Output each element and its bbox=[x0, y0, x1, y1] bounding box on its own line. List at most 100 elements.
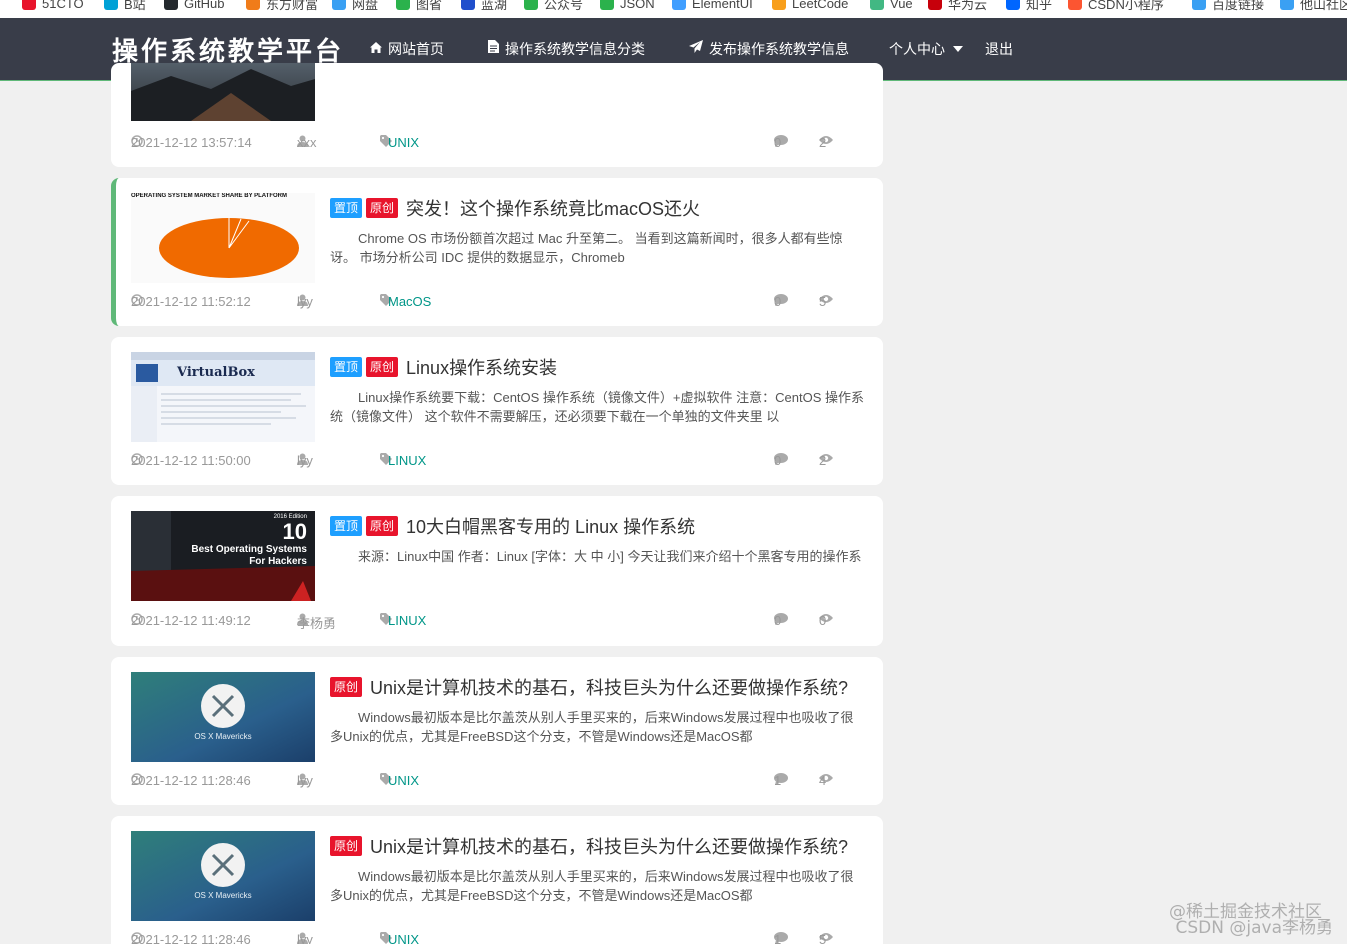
post-thumbnail[interactable]: 2016 Edition 10 Best Operating Systems For … bbox=[131, 511, 315, 601]
bookmark-icon bbox=[104, 0, 118, 10]
post-thumbnail[interactable]: OPERATING SYSTEM MARKET SHARE BY PLATFOR… bbox=[131, 193, 315, 283]
bookmark-item[interactable]: JSON bbox=[600, 0, 655, 11]
virtualbox-logo-text: VirtualBox bbox=[177, 365, 255, 380]
post-card[interactable]: 2021-12-12 13:57:14 xxx UNIX 0 2 bbox=[111, 63, 883, 167]
bookmark-label: Vue bbox=[890, 0, 913, 11]
post-time-text: 2021-12-12 11:50:00 bbox=[131, 453, 251, 468]
post-card[interactable]: 2016 Edition 10 Best Operating Systems For … bbox=[111, 496, 883, 646]
bookmark-item[interactable]: B站 bbox=[104, 0, 146, 12]
bookmark-label: B站 bbox=[124, 0, 146, 12]
bookmark-label: ElementUI bbox=[692, 0, 753, 11]
bookmark-icon bbox=[164, 0, 178, 10]
bookmark-item[interactable]: 51CTO bbox=[22, 0, 84, 11]
post-title[interactable]: 10大白帽黑客专用的 Linux 操作系统 bbox=[406, 513, 695, 539]
chart-caption: OPERATING SYSTEM MARKET SHARE BY PLATFOR… bbox=[131, 193, 288, 199]
post-meta: 2021-12-12 11:28:46 lyy UNIX 1 4 bbox=[131, 773, 863, 791]
post-time-text: 2021-12-12 13:57:14 bbox=[131, 135, 252, 150]
post-summary: Linux操作系统要下载：CentOS 操作系统（镜像文件）+虚拟软件 注意：C… bbox=[330, 390, 864, 424]
post-author-text: lyy bbox=[297, 932, 313, 944]
bookmark-item[interactable]: 公众号 bbox=[524, 0, 584, 12]
bookmark-item[interactable]: 百度链接 bbox=[1192, 0, 1265, 12]
pinned-badge: 置顶 bbox=[330, 357, 363, 377]
post-tag-text: LINUX bbox=[388, 613, 427, 628]
bookmark-icon bbox=[396, 0, 410, 10]
bookmark-item[interactable]: 图省 bbox=[396, 0, 443, 12]
bookmark-label: 他山社区 bbox=[1300, 0, 1347, 12]
post-summary: 来源：Linux中国 作者：Linux [字体：大 中 小] 今天让我们来介绍十… bbox=[358, 549, 862, 564]
nav-logout[interactable]: 退出 bbox=[985, 18, 1013, 80]
bookmark-item[interactable]: 华为云 bbox=[928, 0, 987, 12]
bookmark-icon bbox=[461, 0, 475, 10]
bookmark-label: 图省 bbox=[416, 0, 443, 12]
nav-logout-label: 退出 bbox=[985, 41, 1013, 57]
bookmark-item[interactable]: 网盘 bbox=[332, 0, 378, 12]
bookmark-icon bbox=[600, 0, 614, 10]
original-badge: 原创 bbox=[366, 516, 399, 536]
post-thumbnail[interactable]: VirtualBox bbox=[131, 352, 315, 442]
pinned-badge: 置顶 bbox=[330, 516, 363, 536]
post-thumbnail[interactable]: OS X Mavericks bbox=[131, 672, 315, 762]
post-time-text: 2021-12-12 11:28:46 bbox=[131, 932, 251, 944]
post-card[interactable]: OPERATING SYSTEM MARKET SHARE BY PLATFOR… bbox=[111, 178, 883, 326]
bookmark-label: LeetCode bbox=[792, 0, 849, 11]
bookmarks-bar: 51CTO B站 GitHub 东方财富 网盘 图省 蓝湖 公众号 JSON ElementUI L… bbox=[0, 0, 1347, 18]
post-title[interactable]: Unix是计算机技术的基石，科技巨头为什么还要做操作系统? bbox=[370, 833, 848, 859]
post-summary: Chrome OS 市场份额首次超过 Mac 升至第二。 当看到这篇新闻时，很多… bbox=[330, 231, 843, 265]
post-views-count: 2 bbox=[819, 135, 827, 150]
post-title-row: 原创 Unix是计算机技术的基石，科技巨头为什么还要做操作系统? bbox=[330, 833, 868, 859]
bookmark-item[interactable]: CSDN小程序 bbox=[1068, 0, 1164, 12]
hackers-line1: Best Operating Systems bbox=[191, 544, 307, 555]
post-card[interactable]: OS X Mavericks 原创 Unix是计算机技术的基石，科技巨头为什么还要做… bbox=[111, 816, 883, 944]
post-author-text: 李杨勇 bbox=[297, 616, 337, 631]
post-title-row: 置顶 原创 10大白帽黑客专用的 Linux 操作系统 bbox=[330, 513, 868, 539]
bookmark-label: 蓝湖 bbox=[481, 0, 508, 12]
post-author-text: lyy bbox=[297, 294, 313, 309]
nav-personal-center[interactable]: 个人中心 bbox=[889, 18, 963, 80]
bookmark-icon bbox=[928, 0, 942, 10]
bookmark-label: 公众号 bbox=[544, 0, 584, 12]
pinned-badge: 置顶 bbox=[330, 198, 363, 218]
post-meta: 2021-12-12 11:49:12 李杨勇 LINUX 0 0 bbox=[131, 613, 863, 631]
bookmark-label: GitHub bbox=[184, 0, 225, 11]
bookmark-item[interactable]: 他山社区 bbox=[1280, 0, 1347, 12]
post-tag-text: UNIX bbox=[388, 135, 420, 150]
post-time-text: 2021-12-12 11:49:12 bbox=[131, 613, 251, 628]
post-thumbnail[interactable] bbox=[131, 63, 315, 121]
post-tag-text: UNIX bbox=[388, 773, 420, 788]
bookmark-item[interactable]: 蓝湖 bbox=[461, 0, 508, 12]
bookmark-icon bbox=[772, 0, 786, 10]
bookmark-icon bbox=[1192, 0, 1206, 10]
post-title-row: 置顶 原创 突发！这个操作系统竟比macOS还火 bbox=[330, 195, 868, 221]
post-title[interactable]: Linux操作系统安装 bbox=[406, 354, 557, 380]
bookmark-label: 51CTO bbox=[42, 0, 84, 11]
bookmark-item[interactable]: LeetCode bbox=[772, 0, 848, 11]
bookmark-icon bbox=[246, 0, 260, 10]
bookmark-item[interactable]: 知乎 bbox=[1006, 0, 1052, 12]
bookmark-item[interactable]: Vue bbox=[870, 0, 913, 11]
post-time-text: 2021-12-12 11:28:46 bbox=[131, 773, 251, 788]
post-title[interactable]: Unix是计算机技术的基石，科技巨头为什么还要做操作系统? bbox=[370, 674, 848, 700]
caret-down-icon bbox=[953, 46, 963, 52]
post-tag-text: MacOS bbox=[388, 294, 432, 309]
osx-caption: OS X Mavericks bbox=[194, 891, 252, 900]
post-thumbnail[interactable]: OS X Mavericks bbox=[131, 831, 315, 921]
post-views-count: 5 bbox=[819, 294, 827, 309]
bookmark-item[interactable]: ElementUI bbox=[672, 0, 753, 11]
original-badge: 原创 bbox=[330, 677, 363, 697]
bookmark-item[interactable]: 东方财富 bbox=[246, 0, 318, 12]
post-title[interactable]: 突发！这个操作系统竟比macOS还火 bbox=[406, 195, 700, 221]
bookmark-label: JSON bbox=[620, 0, 655, 11]
bookmark-icon bbox=[870, 0, 884, 10]
bookmark-item[interactable]: GitHub bbox=[164, 0, 224, 11]
post-time-text: 2021-12-12 11:52:12 bbox=[131, 294, 251, 309]
post-card[interactable]: VirtualBox 置顶 原创 Linux操作系统安装 Linux操作系统要下载：Ce… bbox=[111, 337, 883, 485]
bookmark-icon bbox=[672, 0, 686, 10]
post-meta: 2021-12-12 11:52:12 lyy MacOS 0 5 bbox=[131, 294, 863, 312]
post-title-row: 原创 Unix是计算机技术的基石，科技巨头为什么还要做操作系统? bbox=[330, 674, 868, 700]
osx-caption: OS X Mavericks bbox=[194, 732, 252, 741]
post-card[interactable]: OS X Mavericks 原创 Unix是计算机技术的基石，科技巨头为什么还要做… bbox=[111, 657, 883, 805]
bookmark-icon bbox=[1068, 0, 1082, 10]
post-views-count: 0 bbox=[819, 613, 827, 628]
bookmark-label: 百度链接 bbox=[1212, 0, 1265, 12]
bookmark-icon bbox=[1006, 0, 1020, 10]
